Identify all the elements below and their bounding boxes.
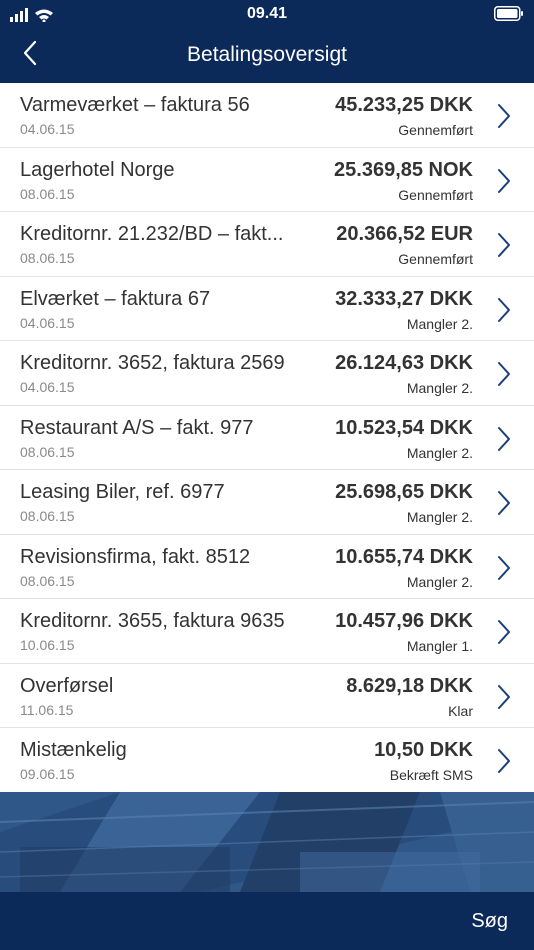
page-title: Betalingsoversigt <box>187 43 347 66</box>
payment-status: Mangler 2. <box>406 380 473 396</box>
payment-amount: 32.333,27 DKK <box>335 287 473 310</box>
payment-status: Klar <box>448 702 473 719</box>
list-item[interactable]: Leasing Biler, ref. 6977 08.06.15 25.698… <box>0 470 534 535</box>
list-item[interactable]: Kreditornr. 3655, faktura 9635 10.06.15 … <box>0 599 534 664</box>
payment-date: 09.06.15 <box>20 766 75 782</box>
payment-name: Mistænkelig <box>20 739 127 761</box>
background-banner-image <box>0 792 534 892</box>
list-item[interactable]: Overførsel 11.06.15 8.629,18 DKK Klar <box>0 664 534 728</box>
chevron-right-icon <box>498 491 510 515</box>
chevron-right-icon <box>498 104 510 128</box>
payment-name: Leasing Biler, ref. 6977 <box>20 481 225 503</box>
payment-status: Mangler 2. <box>406 509 473 525</box>
list-item[interactable]: Mistænkelig 09.06.15 10,50 DKK Bekræft S… <box>0 728 534 793</box>
payment-date: 11.06.15 <box>20 701 74 718</box>
list-item[interactable]: Restaurant A/S – fakt. 977 08.06.15 10.5… <box>0 406 534 470</box>
list-item[interactable]: Kreditornr. 3652, faktura 2569 04.06.15 … <box>0 341 534 406</box>
chevron-right-icon <box>498 620 510 644</box>
payment-status: Mangler 1. <box>406 638 473 654</box>
payment-date: 08.06.15 <box>20 508 75 524</box>
chevron-right-icon <box>498 749 510 773</box>
architecture-image <box>0 792 534 892</box>
payment-date: 08.06.15 <box>20 572 75 589</box>
payment-status: Gennemført <box>398 186 473 203</box>
payment-status: Bekræft SMS <box>389 767 473 783</box>
payment-date: 04.06.15 <box>20 121 75 137</box>
payment-date: 08.06.15 <box>20 443 75 460</box>
chevron-right-icon <box>498 233 510 257</box>
payment-date: 08.06.15 <box>20 250 75 266</box>
payment-amount: 26.124,63 DKK <box>335 352 473 374</box>
payment-status: Mangler 2. <box>406 573 473 590</box>
battery-icon <box>494 6 523 21</box>
payment-amount: 20.366,52 EUR <box>336 223 473 245</box>
chevron-right-icon <box>498 426 510 451</box>
payment-date: 08.06.15 <box>20 185 75 202</box>
payment-amount: 10.457,96 DKK <box>335 610 473 632</box>
bottom-toolbar: Søg <box>0 892 534 950</box>
status-time: 09.41 <box>246 5 288 22</box>
payment-amount: 8.629,18 DKK <box>346 674 473 697</box>
payment-name: Kreditornr. 3652, faktura 2569 <box>20 352 285 374</box>
chevron-right-icon <box>498 297 510 322</box>
payment-amount: 45.233,25 DKK <box>335 94 473 116</box>
chevron-right-icon <box>498 684 510 709</box>
search-button[interactable]: Søg <box>471 910 508 933</box>
payment-date: 04.06.15 <box>20 314 75 331</box>
navigation-bar: Betalingsoversigt <box>0 28 534 83</box>
payment-name: Overførsel <box>20 674 114 697</box>
list-item[interactable]: Kreditornr. 21.232/BD – fakt... 08.06.15… <box>0 212 534 277</box>
payment-status: Gennemført <box>398 251 473 267</box>
status-bar: 09.41 <box>0 0 534 28</box>
payment-name: Kreditornr. 21.232/BD – fakt... <box>20 223 284 245</box>
payment-name: Lagerhotel Norge <box>20 158 175 181</box>
payment-status: Mangler 2. <box>406 444 473 461</box>
payment-date: 04.06.15 <box>20 379 75 395</box>
payment-amount: 10.523,54 DKK <box>335 416 473 439</box>
chevron-right-icon <box>498 555 510 580</box>
payment-amount: 10.655,74 DKK <box>335 545 473 568</box>
list-item[interactable]: Lagerhotel Norge 08.06.15 25.369,85 NOK … <box>0 148 534 212</box>
payment-list: Varmeværket – faktura 56 04.06.15 45.233… <box>0 83 534 793</box>
list-item[interactable]: Revisionsfirma, fakt. 8512 08.06.15 10.6… <box>0 535 534 599</box>
payment-name: Varmeværket – faktura 56 <box>20 94 250 116</box>
payment-name: Elværket – faktura 67 <box>20 287 211 310</box>
payment-name: Restaurant A/S – fakt. 977 <box>20 416 254 439</box>
payment-status: Gennemført <box>398 122 473 138</box>
payment-name: Kreditornr. 3655, faktura 9635 <box>20 610 285 632</box>
chevron-right-icon <box>498 168 510 193</box>
list-item[interactable]: Elværket – faktura 67 04.06.15 32.333,27… <box>0 277 534 341</box>
payment-amount: 25.698,65 DKK <box>335 481 473 503</box>
list-item[interactable]: Varmeværket – faktura 56 04.06.15 45.233… <box>0 83 534 148</box>
payment-amount: 10,50 DKK <box>374 739 473 761</box>
payment-date: 10.06.15 <box>20 637 75 653</box>
payment-name: Revisionsfirma, fakt. 8512 <box>20 545 251 568</box>
payment-status: Mangler 2. <box>406 315 473 332</box>
payment-amount: 25.369,85 NOK <box>334 158 473 181</box>
chevron-right-icon <box>498 362 510 386</box>
